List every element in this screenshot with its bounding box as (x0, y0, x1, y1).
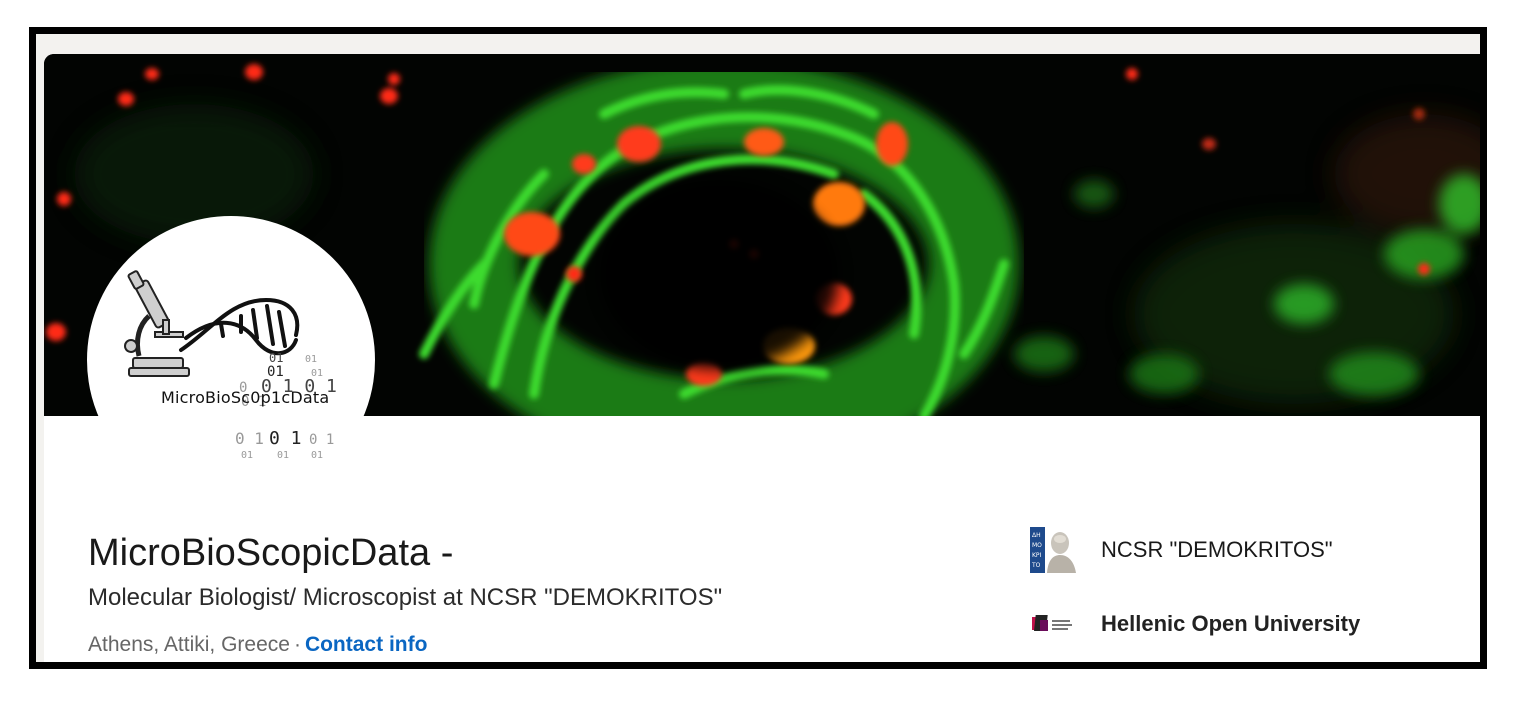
svg-text:ΔΗ: ΔΗ (1032, 532, 1041, 539)
org-item-hellenic-open-university[interactable]: Hellenic Open University (1029, 602, 1360, 646)
avatar-logo-text: MicroBioSc0p1cData (161, 388, 330, 407)
dna-icon (179, 297, 300, 356)
svg-text:01: 01 (277, 450, 289, 461)
svg-text:0 1: 0 1 (235, 429, 264, 448)
svg-text:01: 01 (311, 450, 323, 461)
demokritos-logo-icon: ΔΗ ΜΟ ΚΡΙ ΤΟ (1029, 527, 1079, 573)
microscope-icon (124, 270, 190, 377)
profile-headline: Molecular Biologist/ Microscopist at NCS… (88, 584, 723, 611)
org-name-hellenic-open-university: Hellenic Open University (1101, 611, 1361, 636)
svg-text:01: 01 (241, 450, 253, 461)
profile-avatar[interactable]: 01 01 01 01 0 0 1 0 1 0 1 0 1 0 1 0 1 01… (87, 216, 375, 504)
org-item-demokritos[interactable]: ΔΗ ΜΟ ΚΡΙ ΤΟ NCSR "DEMOKRITOS" (1029, 527, 1333, 573)
svg-text:ΤΟ: ΤΟ (1031, 562, 1041, 569)
location-separator: · (293, 633, 301, 656)
contact-info-link[interactable]: Contact info (305, 633, 427, 656)
svg-text:0 1: 0 1 (309, 432, 334, 448)
profile-location-line: Athens, Attiki, Greece · Contact info (88, 633, 427, 657)
profile-card: 01 01 01 01 0 0 1 0 1 0 1 0 1 0 1 0 1 01… (44, 54, 1480, 662)
profile-name: MicroBioScopicData - (88, 532, 454, 574)
svg-text:0 1: 0 1 (269, 428, 302, 449)
svg-text:ΜΟ: ΜΟ (1032, 542, 1042, 549)
profile-location: Athens, Attiki, Greece (88, 633, 290, 656)
org-name-demokritos: NCSR "DEMOKRITOS" (1101, 537, 1333, 562)
hellenic-open-university-logo-icon (1029, 602, 1079, 646)
svg-text:01: 01 (305, 354, 317, 365)
screenshot-frame: 01 01 01 01 0 0 1 0 1 0 1 0 1 0 1 0 1 01… (29, 27, 1487, 669)
svg-text:ΚΡΙ: ΚΡΙ (1032, 552, 1042, 559)
svg-text:01: 01 (269, 351, 283, 365)
